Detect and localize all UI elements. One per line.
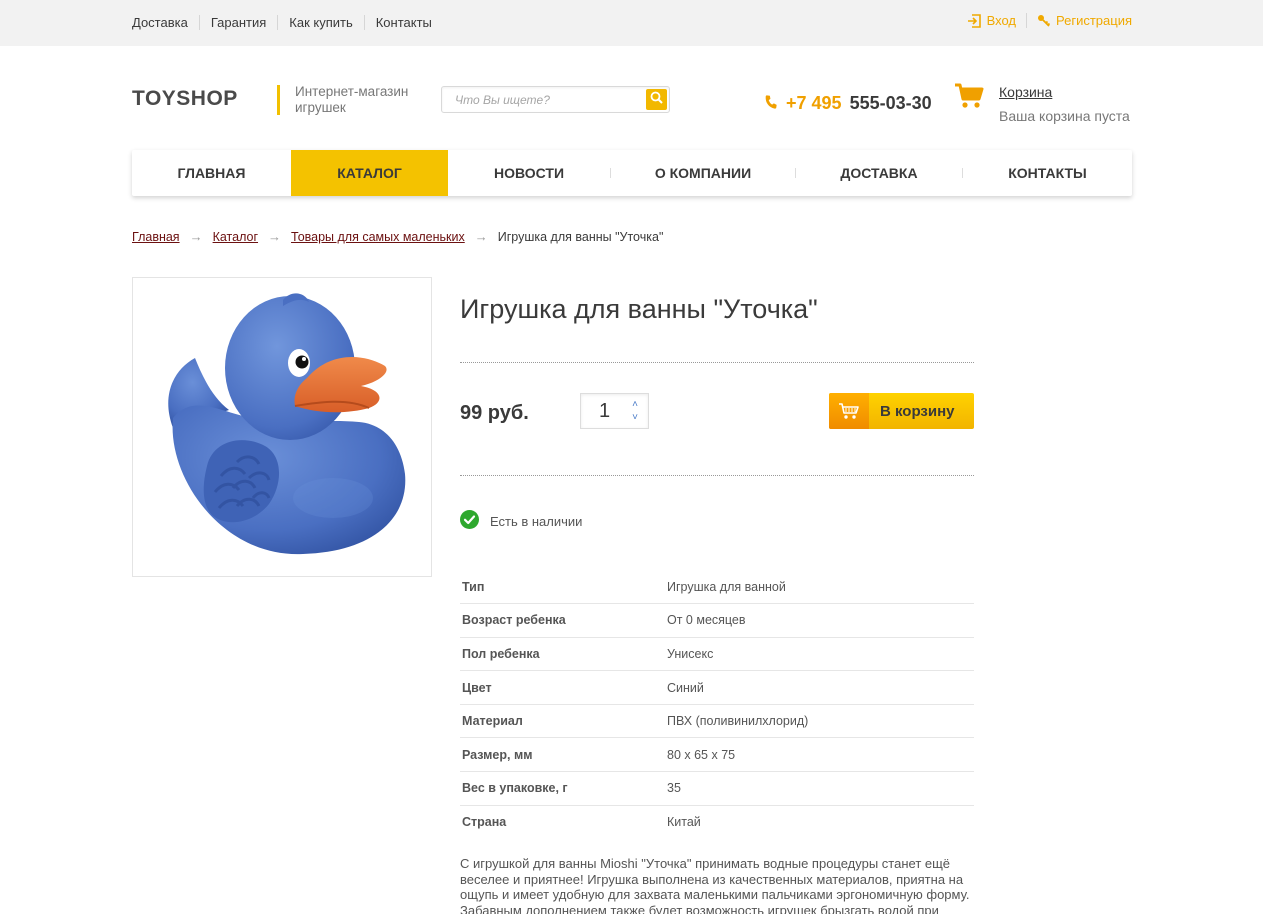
stock-status: Есть в наличии [460, 510, 582, 532]
spec-key: Страна [462, 815, 507, 830]
spec-key: Размер, мм [460, 737, 667, 773]
phone-code: +7 495 [786, 93, 842, 113]
product-title: Игрушка для ванны "Уточка" [460, 294, 818, 324]
product-price: 99 руб. [460, 402, 529, 424]
spec-value: Китай [667, 815, 701, 830]
nav-tab-delivery[interactable]: ДОСТАВКА [796, 150, 962, 196]
login-link[interactable]: Вход [967, 13, 1016, 28]
cart-link[interactable]: Корзина [999, 84, 1052, 100]
spec-value: 80 x 65 x 75 [667, 737, 974, 773]
nav-tab-about[interactable]: О КОМПАНИИ [611, 150, 795, 196]
breadcrumb-category-link[interactable]: Товары для самых маленьких [291, 230, 465, 244]
phone-number: +7 495 555-03-30 [764, 93, 932, 114]
spec-row: Размер, мм 80 x 65 x 75 [460, 737, 974, 773]
phone-main: 555-03-30 [849, 93, 932, 113]
site-logo[interactable]: TOYSHOP [132, 87, 238, 111]
nav-tab-home[interactable]: ГЛАВНАЯ [132, 150, 291, 196]
spec-key: Вес в упаковке, г [460, 771, 667, 806]
cart-icon [829, 393, 869, 429]
chevron-up-icon[interactable]: ˄ [632, 400, 638, 410]
dotted-divider [460, 362, 974, 363]
site-tagline: Интернет-магазин игрушек [295, 84, 409, 115]
login-label: Вход [986, 13, 1016, 28]
topnav-delivery-link[interactable]: Доставка [132, 15, 188, 30]
add-to-cart-button[interactable]: В корзину [829, 393, 974, 429]
arrow-right-icon: → [268, 229, 282, 244]
spec-key: Пол ребенка [460, 637, 667, 672]
spec-key: Возраст ребенка [460, 603, 667, 638]
breadcrumb: Главная → Каталог → Товары для самых мал… [132, 229, 663, 244]
cart-icon[interactable] [954, 83, 984, 114]
key-icon [1037, 14, 1050, 27]
add-to-cart-label: В корзину [880, 402, 955, 420]
login-icon [967, 13, 981, 28]
spec-row: Возраст ребенка От 0 месяцев [460, 603, 974, 638]
spec-row: Страна Китай [460, 805, 974, 839]
topnav-contacts-link[interactable]: Контакты [376, 15, 432, 30]
nav-tab-contacts[interactable]: КОНТАКТЫ [963, 150, 1132, 196]
register-label: Регистрация [1056, 13, 1132, 28]
spec-row: Вес в упаковке, г 35 [460, 771, 974, 806]
spec-row: Материал ПВХ (поливинилхлорид) [460, 704, 974, 739]
cart-status: Ваша корзина пуста [999, 108, 1130, 124]
quantity-value[interactable]: 1 [599, 400, 610, 423]
specs-table: Тип Игрушка для ванной Возраст ребенка От 0… [460, 570, 974, 839]
topnav-divider [198, 15, 200, 30]
topnav-how-to-buy-link[interactable]: Как купить [289, 15, 352, 30]
spec-row: Тип Игрушка для ванной [460, 570, 974, 605]
arrow-right-icon: → [189, 229, 203, 244]
search-box [441, 86, 670, 113]
quantity-stepper[interactable]: 1 ˄ ˅ [580, 393, 649, 429]
auth-links: Вход Регистрация [967, 13, 1132, 28]
breadcrumb-current: Игрушка для ванны "Уточка" [497, 229, 664, 244]
breadcrumb-catalog-link[interactable]: Каталог [213, 230, 258, 244]
nav-tab-catalog[interactable]: КАТАЛОГ [291, 150, 448, 196]
spec-key: Материал [460, 704, 667, 739]
rubber-duck-image [168, 293, 406, 555]
spec-key: Тип [460, 570, 667, 605]
spec-value: ПВХ (поливинилхлорид) [667, 704, 974, 739]
auth-divider [1026, 13, 1027, 28]
chevron-down-icon[interactable]: ˅ [632, 413, 638, 423]
product-image[interactable] [132, 277, 432, 577]
spec-value: От 0 месяцев [667, 603, 974, 638]
breadcrumb-home-link[interactable]: Главная [132, 230, 180, 244]
topnav-divider [363, 15, 365, 30]
arrow-right-icon: → [474, 229, 488, 244]
topnav-warranty-link[interactable]: Гарантия [211, 15, 266, 30]
top-nav: Доставка Гарантия Как купить Контакты [132, 15, 432, 30]
check-circle-icon [460, 510, 479, 532]
product-description: С игрушкой для ванны Mioshi "Уточка" при… [460, 856, 970, 914]
topnav-divider [277, 15, 279, 30]
nav-tab-news[interactable]: НОВОСТИ [448, 150, 610, 196]
dotted-divider [460, 475, 974, 476]
phone-icon [764, 93, 778, 114]
main-nav: ГЛАВНАЯ КАТАЛОГ НОВОСТИ О КОМПАНИИ ДОСТА… [132, 150, 1132, 196]
register-link[interactable]: Регистрация [1037, 13, 1132, 28]
tagline-divider [277, 85, 280, 115]
spec-row: Цвет Синий [460, 670, 974, 705]
search-input[interactable] [442, 87, 637, 112]
spec-row: Пол ребенка Унисекс [460, 637, 974, 672]
spec-key: Цвет [460, 670, 667, 705]
spec-value: Синий [667, 670, 974, 705]
spec-value: Унисекс [667, 637, 974, 672]
stock-label: Есть в наличии [490, 513, 583, 529]
search-icon [650, 91, 663, 109]
search-button[interactable] [646, 89, 667, 110]
spec-value: Игрушка для ванной [667, 570, 974, 605]
spec-value: 35 [667, 771, 974, 806]
